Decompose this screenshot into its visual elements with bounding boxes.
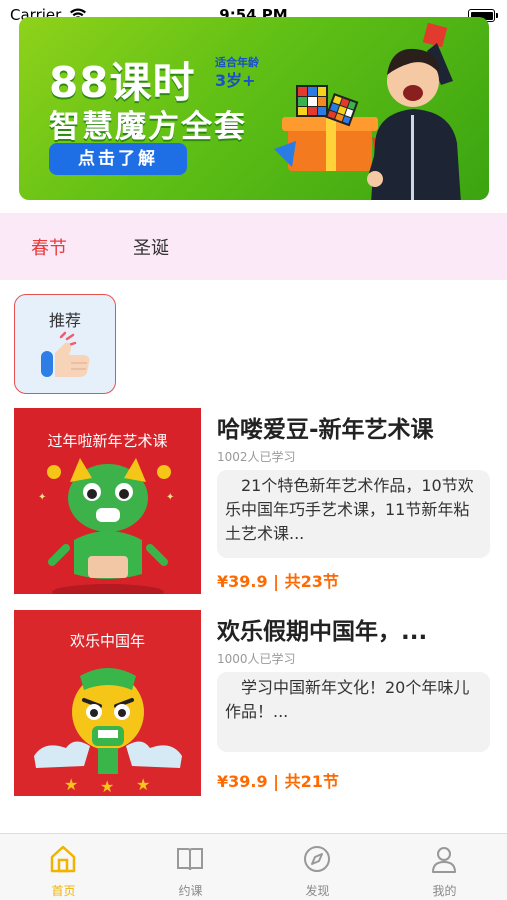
recommend-filter-card[interactable]: 推荐 xyxy=(14,294,116,394)
svg-text:★: ★ xyxy=(136,775,150,794)
book-icon xyxy=(177,848,203,871)
tab-profile[interactable]: 我的 xyxy=(381,834,507,900)
lion-dance-mascot-illustration: ✦ ✦ xyxy=(38,458,174,594)
course-price: ¥39.9 | 共23节 xyxy=(217,572,339,591)
course-description: 21个特色新年艺术作品，10节欢乐中国年巧手艺术课，11节新年粘土艺术课... xyxy=(217,470,490,558)
child-illustration xyxy=(367,23,461,200)
tab-home-label: 首页 xyxy=(51,884,76,898)
home-icon xyxy=(50,845,76,873)
learner-count: 1002人已学习 xyxy=(217,450,296,464)
course-thumbnail[interactable]: 欢乐中国年 ★ ★ ★ xyxy=(14,610,201,796)
svg-text:★: ★ xyxy=(64,775,78,794)
course-title[interactable]: 欢乐假期中国年，... xyxy=(217,612,499,646)
tab-discover-label: 发现 xyxy=(305,884,330,898)
learner-count: 1000人已学习 xyxy=(217,652,296,666)
category-tab-christmas[interactable]: 圣诞 xyxy=(133,234,169,260)
category-tab-spring-festival[interactable]: 春节 xyxy=(31,234,67,260)
promo-banner[interactable]: 88课时 适合年龄 3岁+ 智慧魔方全套 点击了解 xyxy=(19,17,489,200)
tab-book-class-label: 约课 xyxy=(178,884,203,898)
thumbnail-title: 欢乐中国年 xyxy=(69,632,145,650)
course-card[interactable]: 过年啦新年艺术课 ✦ ✦ 哈喽爱豆-新年艺术课 1002人已学习 21个特色新年艺… xyxy=(0,408,507,598)
tab-home[interactable]: 首页 xyxy=(0,834,127,900)
lion-dance-head-illustration: ★ ★ ★ xyxy=(34,668,182,796)
course-price: ¥39.9 | 共21节 xyxy=(217,772,339,791)
svg-text:★: ★ xyxy=(100,777,114,796)
banner-learn-more-button[interactable]: 点击了解 xyxy=(49,143,187,175)
compass-icon xyxy=(304,846,330,872)
thumbnail-title: 过年啦新年艺术课 xyxy=(47,432,168,450)
course-card[interactable]: 欢乐中国年 ★ ★ ★ 欢乐假期中国年，... 1000人已学习 学习中国新年文… xyxy=(0,610,507,800)
tab-book-class[interactable]: 约课 xyxy=(127,834,254,900)
tab-discover[interactable]: 发现 xyxy=(254,834,381,900)
person-icon xyxy=(432,847,456,873)
banner-age-value: 3岁+ xyxy=(215,71,256,90)
category-tabs: 春节 圣诞 xyxy=(0,213,507,280)
course-description: 学习中国新年文化！20个年味儿作品！... xyxy=(217,672,490,752)
course-thumbnail[interactable]: 过年啦新年艺术课 ✦ ✦ xyxy=(14,408,201,594)
banner-subline: 智慧魔方全套 xyxy=(49,109,247,145)
recommend-label: 推荐 xyxy=(48,311,81,330)
svg-text:✦: ✦ xyxy=(166,492,174,503)
svg-text:✦: ✦ xyxy=(38,492,46,503)
tab-profile-label: 我的 xyxy=(432,884,457,898)
bottom-tab-bar: 首页 约课 发现 我的 xyxy=(0,833,507,900)
thumbs-up-icon xyxy=(41,331,90,377)
course-title[interactable]: 哈喽爱豆-新年艺术课 xyxy=(217,410,499,444)
